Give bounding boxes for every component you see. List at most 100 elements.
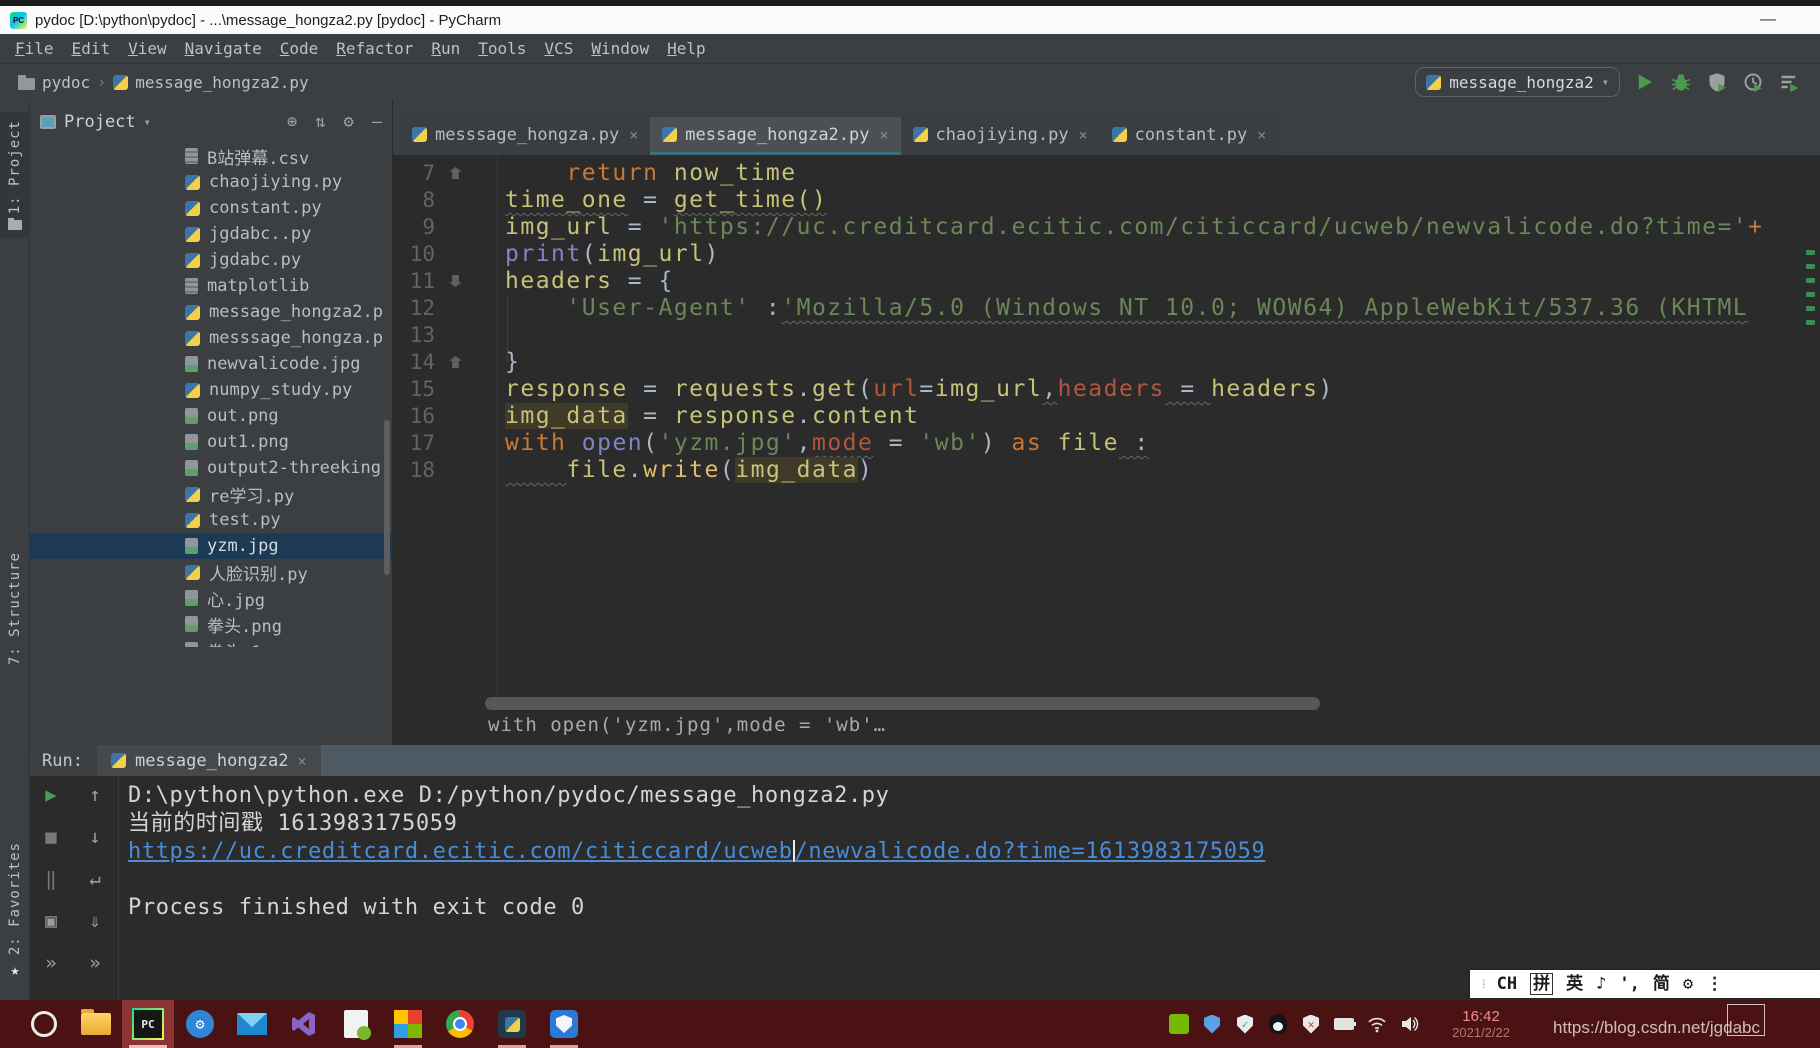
menu-item-run[interactable]: Run [422, 35, 469, 63]
taskbar-item-chrome[interactable] [434, 1000, 486, 1048]
tray-nvidia[interactable] [1169, 1014, 1189, 1034]
prev-occurrence-button[interactable]: ↑ [82, 782, 108, 808]
tree-item[interactable]: yzm.jpg [30, 533, 392, 559]
tree-item[interactable]: matplotlib [30, 273, 392, 299]
sidebar-item-favorites[interactable]: 2: Favorites ★ [0, 842, 30, 979]
tree-item[interactable]: 拳头.png [30, 611, 392, 637]
taskbar-item-notepad[interactable] [330, 1000, 382, 1048]
project-scrollbar[interactable] [384, 420, 390, 575]
console-link[interactable]: /newvalicode.do?time=1613983175059 [795, 839, 1266, 864]
tree-item[interactable]: re学习.py [30, 481, 392, 507]
ime-token[interactable]: 拼 [1530, 973, 1553, 995]
console-output[interactable]: D:\python\python.exe D:/python/pydoc/mes… [128, 782, 1810, 922]
menu-item-file[interactable]: File [6, 35, 63, 63]
tree-item[interactable]: constant.py [30, 195, 392, 221]
menu-item-edit[interactable]: Edit [63, 35, 120, 63]
menu-item-navigate[interactable]: Navigate [176, 35, 271, 63]
debug-button[interactable] [1670, 71, 1692, 93]
menu-item-window[interactable]: Window [582, 35, 658, 63]
ime-token[interactable]: 简 [1653, 971, 1670, 997]
editor-tab[interactable]: constant.py× [1100, 117, 1279, 155]
tray-volume[interactable] [1400, 1014, 1420, 1034]
taskbar-item-tiles[interactable] [382, 1000, 434, 1048]
tray-shield-blue[interactable] [1202, 1014, 1222, 1034]
tree-item[interactable]: B站弹幕.csv [30, 143, 392, 169]
tree-item[interactable]: test.py [30, 507, 392, 533]
tree-item[interactable]: 拳头-1.png [30, 637, 392, 647]
sidebar-item-project[interactable]: 1: Project [0, 112, 30, 238]
tree-item[interactable]: out1.png [30, 429, 392, 455]
tree-item[interactable]: message_hongza2.p [30, 299, 392, 325]
menu-item-vcs[interactable]: VCS [535, 35, 582, 63]
more-actions-right-button[interactable]: » [82, 950, 108, 976]
breadcrumb-project[interactable]: pydoc [42, 73, 90, 92]
menu-item-tools[interactable]: Tools [469, 35, 535, 63]
scroll-to-end-button[interactable]: ⇓ [82, 908, 108, 934]
menu-item-refactor[interactable]: Refactor [327, 35, 422, 63]
taskbar-item-explorer[interactable] [70, 1000, 122, 1048]
stop-button[interactable]: ■ [38, 824, 64, 850]
pause-output-button[interactable]: ‖ [38, 866, 64, 892]
taskbar-item-pycharm[interactable]: PC [122, 1000, 174, 1048]
breadcrumb-file[interactable]: message_hongza2.py [135, 73, 308, 92]
editor-tab[interactable]: chaojiying.py× [901, 117, 1100, 155]
fold-marker-icon[interactable] [449, 275, 462, 287]
rerun-button[interactable]: ▶ [38, 782, 64, 808]
fold-marker-icon[interactable] [449, 167, 462, 179]
tree-item[interactable]: output2-threeking [30, 455, 392, 481]
close-icon[interactable]: × [629, 126, 638, 144]
more-actions-left-button[interactable]: » [38, 950, 64, 976]
tree-item[interactable]: 心.jpg [30, 585, 392, 611]
fold-marker-icon[interactable] [449, 356, 462, 368]
ime-token[interactable]: CH [1497, 971, 1517, 997]
menu-item-help[interactable]: Help [658, 35, 715, 63]
code-editor[interactable]: 7 return now_time8time_one = get_time()9… [393, 155, 1820, 484]
editor-horizontal-scrollbar[interactable] [485, 697, 1320, 710]
settings-icon[interactable]: ⚙ [344, 112, 354, 132]
sidebar-item-structure[interactable]: 7: Structure [0, 552, 30, 665]
tree-item[interactable]: out.png [30, 403, 392, 429]
project-panel-title[interactable]: Project [64, 112, 136, 132]
tree-item[interactable]: jgdabc.py [30, 247, 392, 273]
taskbar-item-mail[interactable] [226, 1000, 278, 1048]
run-tab[interactable]: message_hongza2 × [97, 745, 321, 776]
tree-item[interactable]: chaojiying.py [30, 169, 392, 195]
tree-item[interactable]: newvalicode.jpg [30, 351, 392, 377]
editor-tab[interactable]: message_hongza2.py× [650, 117, 900, 155]
ime-token[interactable]: ♪ [1596, 971, 1606, 997]
taskbar-item-start[interactable] [18, 1000, 70, 1048]
close-icon[interactable]: × [297, 752, 306, 770]
ime-token[interactable]: 英 [1566, 971, 1583, 997]
run-button[interactable] [1634, 71, 1656, 93]
restore-layout-button[interactable]: ▣ [38, 908, 64, 934]
tree-item[interactable]: messsage_hongza.p [30, 325, 392, 351]
locate-icon[interactable]: ⊕ [287, 112, 297, 132]
menu-item-view[interactable]: View [119, 35, 176, 63]
ime-token[interactable]: ⋮ [1706, 971, 1723, 997]
tray-battery[interactable] [1334, 1014, 1354, 1034]
editor-tab[interactable]: messsage_hongza.py× [400, 117, 650, 155]
console-link[interactable]: https://uc.creditcard.ecitic.com/citicca… [128, 839, 793, 864]
ime-token[interactable]: ', [1619, 971, 1639, 997]
tree-item[interactable]: jgdabc..py [30, 221, 392, 247]
tray-qq[interactable] [1268, 1014, 1288, 1034]
soft-wrap-button[interactable]: ↵ [82, 866, 108, 892]
tray-wifi[interactable] [1367, 1014, 1387, 1034]
close-icon[interactable]: × [1257, 126, 1266, 144]
profiler-button[interactable] [1742, 71, 1764, 93]
taskbar-item-visual-studio[interactable] [278, 1000, 330, 1048]
collapse-all-icon[interactable]: ⇅ [315, 112, 325, 132]
taskbar-clock[interactable]: 16:42 2021/2/22 [1452, 1000, 1510, 1048]
concurrency-diagram-button[interactable] [1778, 71, 1800, 93]
taskbar-item-python-console[interactable] [486, 1000, 538, 1048]
ime-language-bar[interactable]: ⁞CH拼英♪',简⚙⋮ [1470, 970, 1820, 998]
run-with-coverage-button[interactable] [1706, 71, 1728, 93]
tree-item[interactable]: 人脸识别.py [30, 559, 392, 585]
hide-panel-icon[interactable]: — [372, 112, 382, 132]
ime-token[interactable]: ⚙ [1683, 971, 1693, 997]
menu-item-code[interactable]: Code [271, 35, 328, 63]
tray-shield-red[interactable]: ✕ [1301, 1014, 1321, 1034]
close-icon[interactable]: × [1079, 126, 1088, 144]
taskbar-item-guard-shield[interactable] [538, 1000, 590, 1048]
minimize-button[interactable]: — [1748, 6, 1788, 34]
